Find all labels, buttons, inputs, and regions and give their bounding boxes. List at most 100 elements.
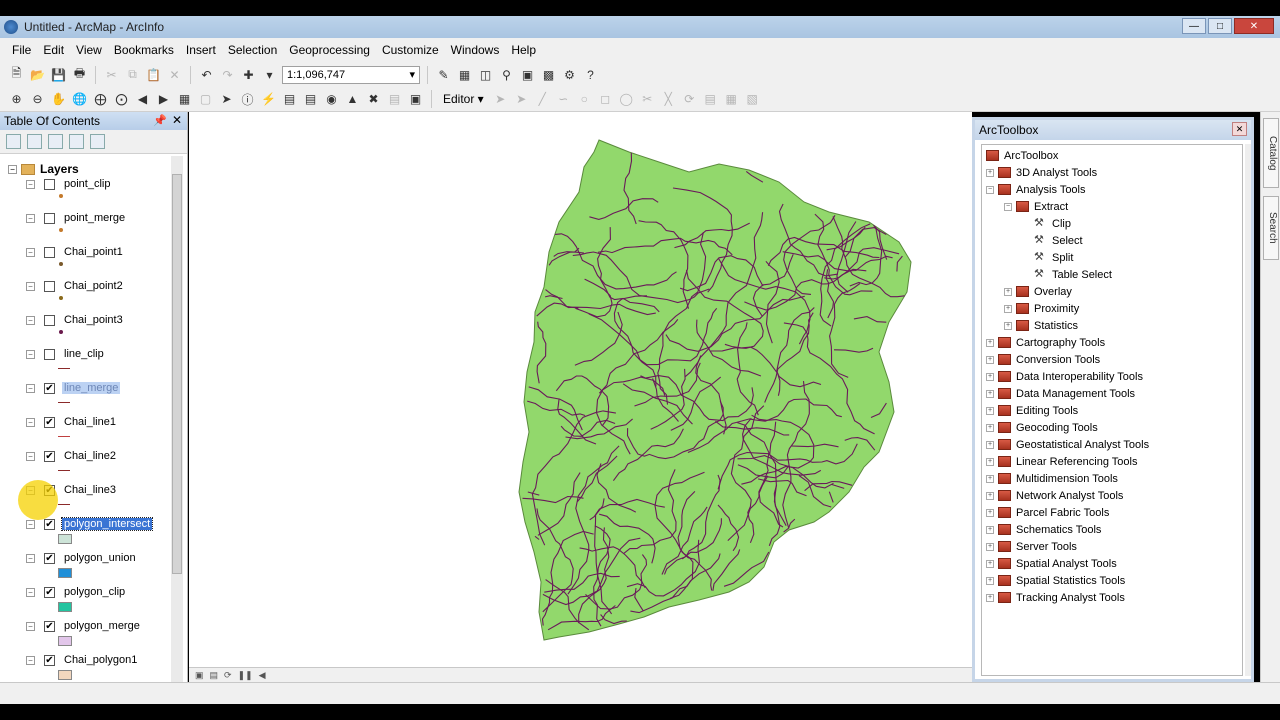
expand-icon[interactable]: + — [986, 440, 994, 449]
layer-symbol[interactable] — [58, 636, 170, 646]
time-slider-icon[interactable]: ▤ — [386, 91, 403, 108]
full-extent-globe-icon[interactable]: 🌐 — [71, 91, 88, 108]
scroll-left-icon[interactable]: ◀ — [259, 670, 266, 681]
layer-symbol[interactable] — [58, 602, 170, 612]
catalog-tab[interactable]: Catalog — [1263, 118, 1279, 188]
search-tab[interactable]: Search — [1263, 196, 1279, 260]
layer-symbol[interactable] — [58, 504, 170, 505]
expand-icon[interactable]: + — [986, 474, 994, 483]
collapse-icon[interactable]: − — [26, 213, 35, 223]
layer-symbol[interactable] — [58, 402, 170, 403]
layer-visibility-checkbox[interactable]: ✔ — [44, 450, 55, 462]
add-data-icon[interactable]: ✚ — [240, 66, 257, 83]
refresh-icon[interactable]: ⟳ — [224, 670, 232, 681]
layer-symbol[interactable] — [58, 436, 170, 437]
find-route-icon[interactable]: ▲ — [344, 91, 361, 108]
list-by-source-icon[interactable] — [27, 134, 42, 149]
pan-hand-icon[interactable]: ✋ — [50, 91, 67, 108]
catalog-window-icon[interactable]: ◫ — [477, 66, 494, 83]
expand-icon[interactable]: + — [986, 406, 994, 415]
layer-visibility-checkbox[interactable]: ✔ — [44, 416, 55, 428]
reshape-icon[interactable]: ◯ — [618, 91, 635, 108]
layer-symbol[interactable] — [58, 368, 170, 369]
expand-icon[interactable]: + — [1004, 287, 1012, 296]
layer-visibility-checkbox[interactable] — [44, 280, 55, 292]
previous-extent-icon[interactable]: ◀ — [134, 91, 151, 108]
map-canvas[interactable] — [189, 112, 972, 668]
menu-insert[interactable]: Insert — [180, 43, 222, 57]
toc-layer-item[interactable]: − point_merge — [26, 210, 170, 244]
straight-segment-icon[interactable]: ╱ — [534, 91, 551, 108]
expand-icon[interactable]: + — [986, 423, 994, 432]
edit-annotation-icon[interactable]: ➤ — [513, 91, 530, 108]
layer-name[interactable]: Chai_line3 — [62, 484, 118, 496]
arctoolbox-tool[interactable]: ⚒ Clip — [1022, 215, 1071, 232]
arctoolbox-toolset[interactable]: + Data Interoperability Tools — [986, 368, 1143, 385]
pause-drawing-icon[interactable]: ❚❚ — [238, 670, 253, 681]
arctoolbox-toolset[interactable]: + Overlay — [1004, 283, 1072, 300]
rotate-icon[interactable]: ⟳ — [681, 91, 698, 108]
select-elements-arrow-icon[interactable]: ➤ — [218, 91, 235, 108]
expand-icon[interactable]: + — [986, 542, 994, 551]
collapse-icon[interactable]: − — [8, 164, 17, 174]
layer-name[interactable]: point_merge — [62, 212, 127, 224]
arctoolbox-toolset[interactable]: + Schematics Tools — [986, 521, 1101, 538]
expand-icon[interactable]: + — [986, 372, 994, 381]
layer-name[interactable]: Chai_point3 — [62, 314, 125, 326]
layer-visibility-checkbox[interactable] — [44, 314, 55, 326]
toc-layer-item[interactable]: − point_clip — [26, 176, 170, 210]
arctoolbox-toolset[interactable]: − Analysis Tools — [986, 181, 1086, 198]
layer-symbol[interactable] — [58, 568, 170, 578]
collapse-icon[interactable]: − — [26, 451, 35, 461]
expand-icon[interactable]: + — [986, 576, 994, 585]
toc-layer-item[interactable]: − ✔ Chai_line2 — [26, 448, 170, 482]
layer-visibility-checkbox[interactable]: ✔ — [44, 654, 55, 666]
arctoolbox-toolset[interactable]: + Geocoding Tools — [986, 419, 1098, 436]
fixed-zoom-out-icon[interactable]: ⨀ — [113, 91, 130, 108]
layer-visibility-checkbox[interactable]: ✔ — [44, 586, 55, 598]
layer-symbol[interactable] — [58, 670, 170, 680]
arctoolbox-toolset[interactable]: + Parcel Fabric Tools — [986, 504, 1109, 521]
layer-name[interactable]: Chai_point1 — [62, 246, 125, 258]
collapse-icon[interactable]: − — [26, 247, 35, 257]
layer-visibility-checkbox[interactable]: ✔ — [44, 518, 55, 530]
redo-icon[interactable]: ↷ — [219, 66, 236, 83]
arctoolbox-toolset[interactable]: + Server Tools — [986, 538, 1077, 555]
toc-options-icon[interactable] — [90, 134, 105, 149]
toc-layer-item[interactable]: − Chai_point2 — [26, 278, 170, 312]
expand-icon[interactable]: + — [986, 355, 994, 364]
paste-icon[interactable]: 📋 — [145, 66, 162, 83]
layer-name[interactable]: polygon_intersect — [60, 517, 154, 531]
edit-tool-icon[interactable]: ➤ — [492, 91, 509, 108]
layer-name[interactable]: polygon_clip — [62, 586, 127, 598]
arctoolbox-root[interactable]: ArcToolbox — [986, 147, 1058, 164]
save-icon[interactable]: 💾 — [50, 66, 67, 83]
minimize-button[interactable]: — — [1182, 18, 1206, 34]
toc-layer-item[interactable]: − Chai_point1 — [26, 244, 170, 278]
layer-name[interactable]: polygon_merge — [62, 620, 142, 632]
arctoolbox-toolset[interactable]: + Spatial Analyst Tools — [986, 555, 1117, 572]
layer-name[interactable]: line_clip — [62, 348, 106, 360]
toc-layer-item[interactable]: − ✔ polygon_union — [26, 550, 170, 584]
arctoolbox-toolset[interactable]: +3D Analyst Tools — [986, 164, 1097, 181]
layout-view-icon[interactable]: ▤ — [210, 670, 219, 681]
zoom-out-icon[interactable]: ⊖ — [29, 91, 46, 108]
attributes-icon[interactable]: ▤ — [702, 91, 719, 108]
toc-layer-item[interactable]: − ✔ polygon_merge — [26, 618, 170, 652]
layer-name[interactable]: point_clip — [62, 178, 112, 190]
layer-symbol[interactable] — [58, 228, 170, 232]
layer-name[interactable]: Chai_polygon1 — [62, 654, 139, 666]
collapse-icon[interactable]: − — [26, 315, 35, 325]
maximize-button[interactable]: □ — [1208, 18, 1232, 34]
collapse-icon[interactable]: − — [26, 383, 35, 393]
arctoolbox-toolset[interactable]: + Linear Referencing Tools — [986, 453, 1137, 470]
expand-icon[interactable]: + — [986, 457, 994, 466]
arctoolbox-icon[interactable]: ▣ — [519, 66, 536, 83]
menu-geoprocessing[interactable]: Geoprocessing — [283, 43, 376, 57]
layer-name[interactable]: Chai_line2 — [62, 450, 118, 462]
layer-visibility-checkbox[interactable] — [44, 348, 55, 360]
expand-icon[interactable]: + — [986, 559, 994, 568]
list-by-selection-icon[interactable] — [69, 134, 84, 149]
layer-name[interactable]: Chai_line1 — [62, 416, 118, 428]
arctoolbox-toolset[interactable]: + Conversion Tools — [986, 351, 1100, 368]
